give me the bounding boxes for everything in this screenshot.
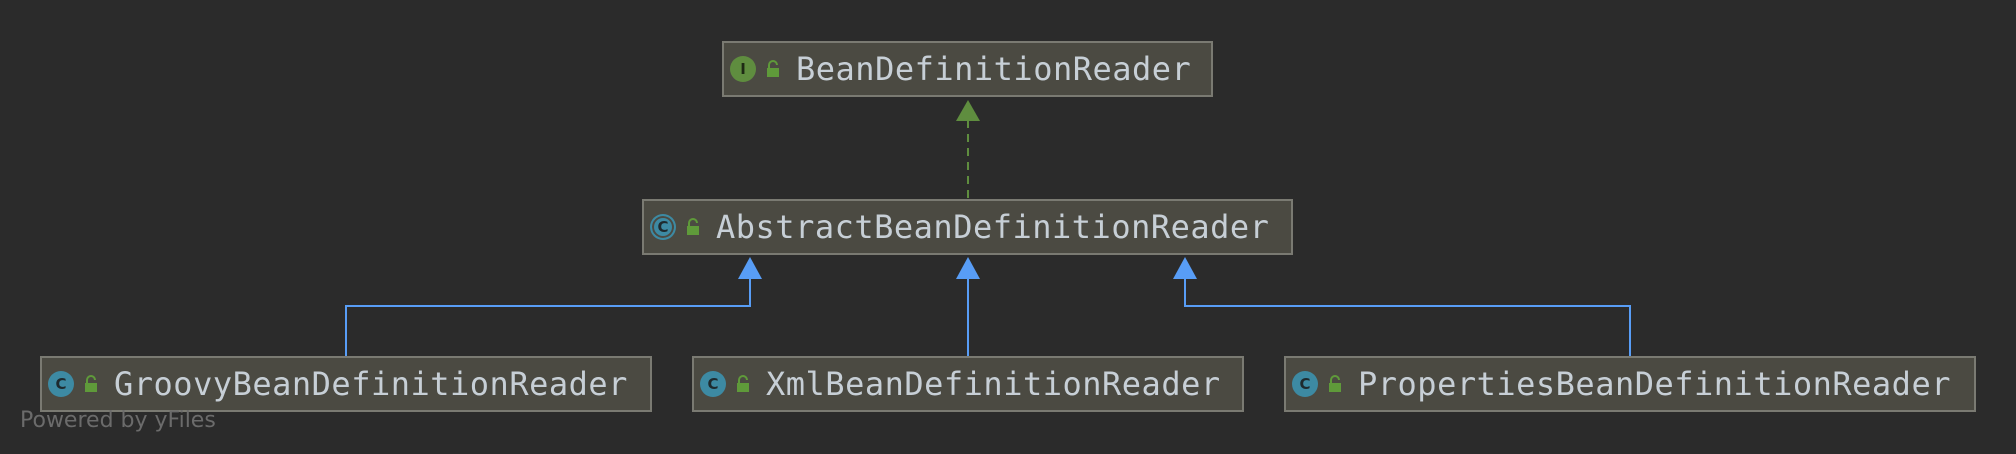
node-abstract-bean-definition-reader[interactable]: C AbstractBeanDefinitionReader xyxy=(642,199,1293,255)
public-access-icon xyxy=(687,218,699,235)
edge-implements-bean-definition-reader xyxy=(956,100,980,198)
node-label: GroovyBeanDefinitionReader xyxy=(114,365,628,403)
abstract-class-icon: C xyxy=(650,214,676,240)
interface-icon: I xyxy=(730,56,756,82)
powered-by-footer: Powered by yFiles xyxy=(20,408,216,433)
node-label: XmlBeanDefinitionReader xyxy=(766,365,1221,403)
edge-extends-groovy xyxy=(345,257,762,356)
class-icon: C xyxy=(700,371,726,397)
node-properties-bean-definition-reader[interactable]: C PropertiesBeanDefinitionReader xyxy=(1284,356,1976,412)
edge-extends-xml xyxy=(956,257,980,356)
node-label: BeanDefinitionReader xyxy=(796,50,1192,88)
node-label: AbstractBeanDefinitionReader xyxy=(716,208,1270,246)
edge-extends-properties xyxy=(1173,257,1631,356)
class-icon: C xyxy=(48,371,74,397)
public-access-icon xyxy=(85,375,97,392)
node-label: PropertiesBeanDefinitionReader xyxy=(1358,365,1951,403)
node-xml-bean-definition-reader[interactable]: C XmlBeanDefinitionReader xyxy=(692,356,1244,412)
class-icon: C xyxy=(1292,371,1318,397)
node-bean-definition-reader[interactable]: I BeanDefinitionReader xyxy=(722,41,1213,97)
public-access-icon xyxy=(737,375,749,392)
node-groovy-bean-definition-reader[interactable]: C GroovyBeanDefinitionReader xyxy=(40,356,652,412)
public-access-icon xyxy=(1329,375,1341,392)
public-access-icon xyxy=(767,60,779,77)
